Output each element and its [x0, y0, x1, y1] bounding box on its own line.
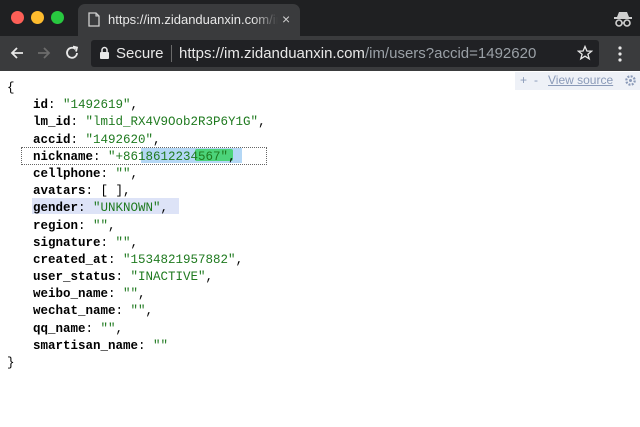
- json-key: accid: [33, 132, 71, 147]
- json-key: signature: [33, 235, 101, 250]
- browser-tab[interactable]: https://im.zidanduanxin.com/im ×: [78, 4, 300, 36]
- more-menu-icon[interactable]: [617, 45, 623, 63]
- json-row: smartisan_name: "": [33, 338, 169, 353]
- bookmark-star-icon[interactable]: [577, 45, 593, 61]
- minimize-window-button[interactable]: [31, 11, 44, 24]
- back-arrow-icon[interactable]: [8, 44, 26, 62]
- json-value[interactable]: "UNKNOWN": [93, 201, 161, 215]
- close-window-button[interactable]: [11, 11, 24, 24]
- json-key: lm_id: [33, 115, 71, 130]
- json-key: weibo_name: [33, 287, 109, 302]
- incognito-icon[interactable]: [613, 9, 633, 29]
- json-value[interactable]: "+8618612234567": [108, 150, 228, 164]
- expand-all-button[interactable]: +: [520, 73, 527, 87]
- url-text[interactable]: https://im.zidanduanxin.com/im/users?acc…: [179, 45, 536, 62]
- json-key: avatars: [33, 184, 86, 199]
- json-value[interactable]: [ ]: [101, 184, 124, 198]
- json-row: lm_id: "lmid_RX4V9Oob2R3P6Y1G",: [33, 115, 266, 130]
- json-row: user_status: "INACTIVE",: [33, 270, 214, 285]
- json-document: { id: "1492619", lm_id: "lmid_RX4V9Oob2R…: [7, 80, 266, 372]
- json-value[interactable]: "": [101, 322, 116, 336]
- forward-arrow-icon[interactable]: [35, 44, 53, 62]
- json-value[interactable]: "": [116, 167, 131, 181]
- tab-title: https://im.zidanduanxin.com/im: [108, 12, 278, 27]
- collapse-all-button[interactable]: -: [534, 73, 538, 87]
- secure-label: Secure: [116, 45, 164, 62]
- json-key: nickname: [33, 149, 94, 164]
- json-key: user_status: [33, 270, 116, 285]
- json-row: accid: "1492620",: [33, 132, 161, 147]
- json-value[interactable]: "lmid_RX4V9Oob2R3P6Y1G": [86, 115, 259, 129]
- maximize-window-button[interactable]: [51, 11, 64, 24]
- json-row: gender: "UNKNOWN",: [33, 201, 169, 216]
- json-close-brace: }: [7, 356, 15, 370]
- json-key: gender: [33, 201, 79, 216]
- json-key: qq_name: [33, 321, 86, 336]
- json-row: signature: "",: [33, 235, 139, 250]
- json-row: avatars: [ ],: [33, 184, 131, 199]
- json-key: cellphone: [33, 166, 101, 181]
- gear-icon[interactable]: [624, 74, 637, 87]
- view-source-link[interactable]: View source: [548, 73, 613, 87]
- tab-close-icon[interactable]: ×: [282, 12, 290, 26]
- json-value[interactable]: "": [93, 219, 108, 233]
- json-key: created_at: [33, 252, 109, 267]
- json-row: cellphone: "",: [33, 166, 139, 181]
- json-row: wechat_name: "",: [33, 304, 154, 319]
- json-key: id: [33, 98, 49, 113]
- json-key: wechat_name: [33, 304, 116, 319]
- json-viewer-toolbar: + - View source: [515, 72, 640, 90]
- lock-icon: [100, 46, 109, 59]
- json-value[interactable]: "": [131, 304, 146, 318]
- json-row: region: "",: [33, 218, 116, 233]
- json-row: weibo_name: "",: [33, 287, 146, 302]
- json-value[interactable]: "INACTIVE": [131, 270, 206, 284]
- json-value[interactable]: "": [123, 287, 138, 301]
- document-icon: [88, 12, 100, 27]
- json-key: smartisan_name: [33, 338, 139, 353]
- address-bar[interactable]: Secure https://im.zidanduanxin.com/im/us…: [91, 40, 599, 67]
- json-value[interactable]: "1534821957882": [123, 253, 236, 267]
- address-separator: [171, 45, 172, 62]
- json-row: id: "1492619",: [33, 98, 139, 113]
- url-path: /im/users?accid=1492620: [364, 45, 537, 62]
- browser-toolbar: Secure https://im.zidanduanxin.com/im/us…: [0, 36, 640, 71]
- json-row: created_at: "1534821957882",: [33, 252, 244, 267]
- json-value[interactable]: "": [116, 236, 131, 250]
- json-key: region: [33, 218, 79, 233]
- json-value[interactable]: "1492619": [63, 98, 131, 112]
- json-value[interactable]: "": [153, 339, 168, 353]
- reload-icon[interactable]: [63, 44, 81, 62]
- browser-titlebar: https://im.zidanduanxin.com/im ×: [0, 0, 640, 36]
- json-value[interactable]: "1492620": [86, 133, 154, 147]
- json-row: qq_name: "",: [33, 321, 124, 336]
- url-host: https://im.zidanduanxin.com: [179, 45, 365, 62]
- json-row: nickname: "+8618612234567",: [33, 149, 236, 164]
- json-open-brace: {: [7, 81, 15, 95]
